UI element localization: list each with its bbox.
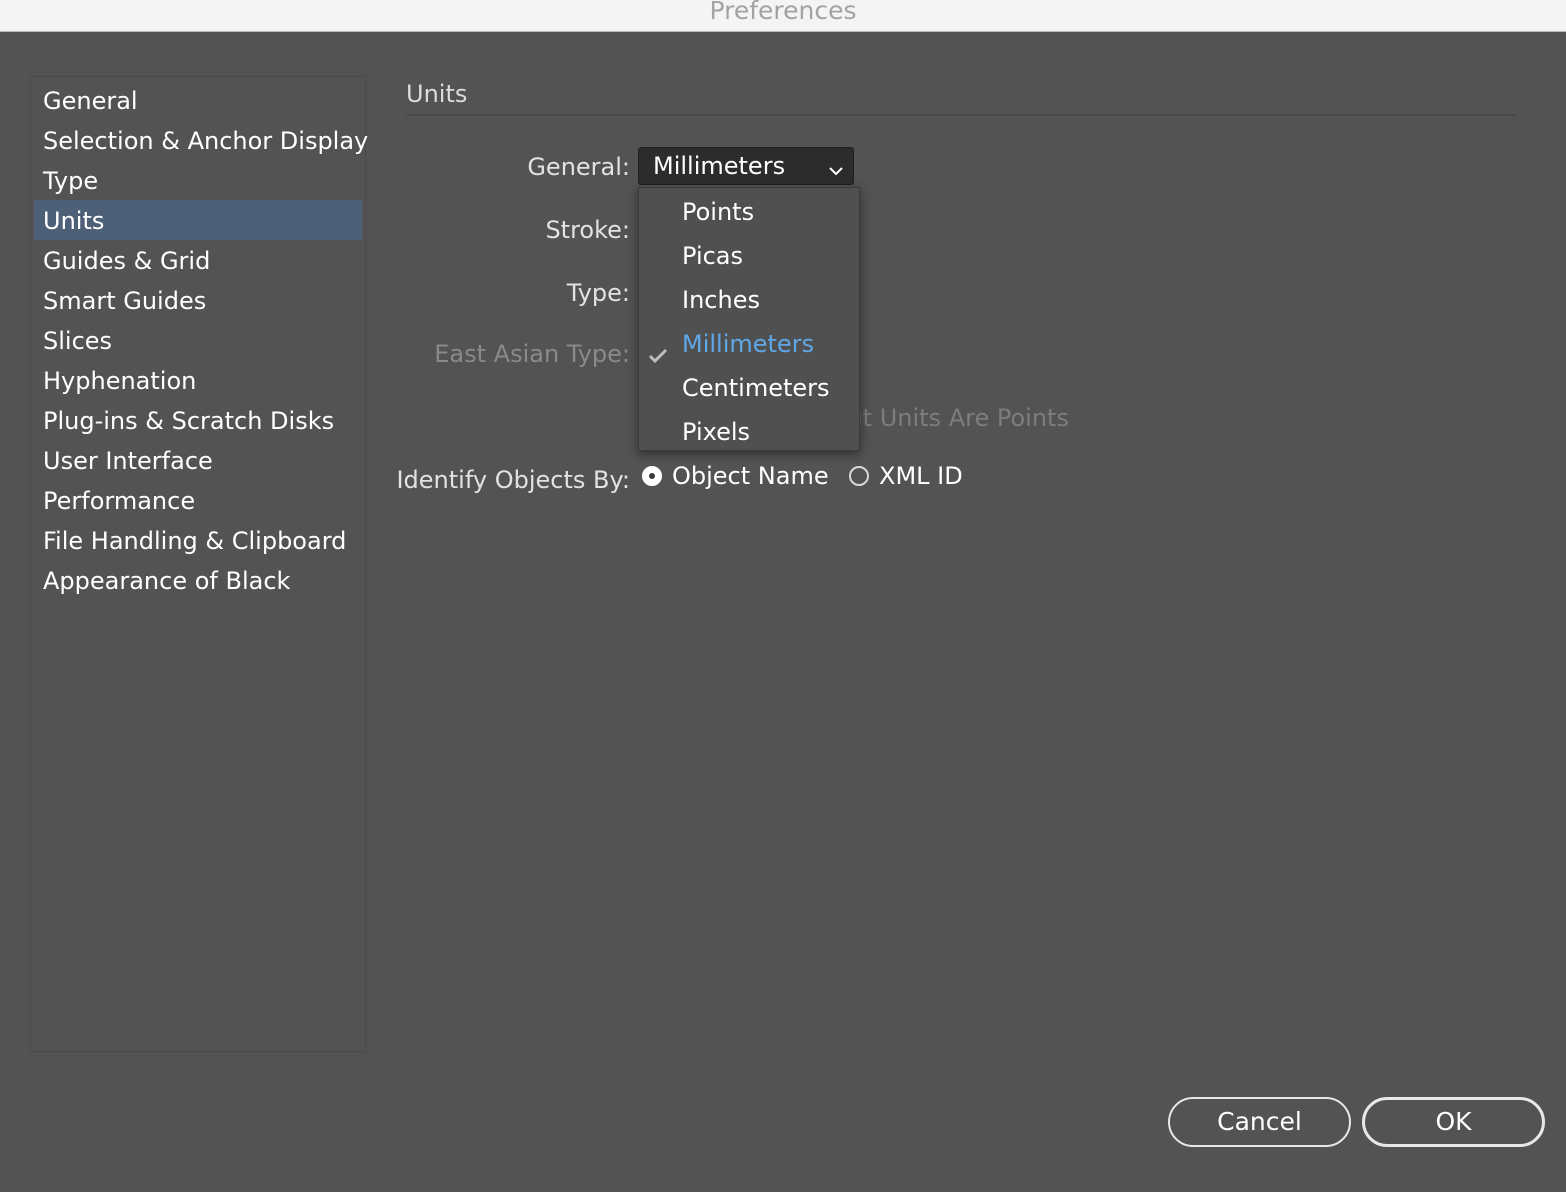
ok-button[interactable]: OK bbox=[1362, 1097, 1545, 1147]
menu-item-millimeters-label: Millimeters bbox=[682, 330, 815, 358]
chevron-down-icon bbox=[829, 161, 843, 180]
numbers-without-units-checkbox-label: ıt Units Are Points bbox=[856, 404, 1069, 432]
xml-id-radio[interactable]: XML ID bbox=[849, 462, 963, 490]
sidebar-item-units[interactable]: Units bbox=[34, 200, 362, 240]
general-units-label: General: bbox=[527, 153, 630, 181]
menu-item-centimeters[interactable]: Centimeters bbox=[639, 366, 859, 410]
general-units-dropdown[interactable]: Millimeters bbox=[638, 147, 854, 185]
menu-item-millimeters[interactable]: Millimeters bbox=[639, 322, 859, 366]
sidebar-item-plugins-scratch-disks[interactable]: Plug-ins & Scratch Disks bbox=[34, 400, 362, 440]
preferences-sidebar: General Selection & Anchor Display Type … bbox=[30, 76, 368, 1052]
sidebar-item-hyphenation[interactable]: Hyphenation bbox=[34, 360, 362, 400]
stroke-units-label: Stroke: bbox=[545, 216, 630, 244]
section-title: Units bbox=[406, 80, 468, 108]
menu-item-picas[interactable]: Picas bbox=[639, 234, 859, 278]
menu-item-points[interactable]: Points bbox=[639, 190, 859, 234]
menu-item-pixels[interactable]: Pixels bbox=[639, 410, 859, 454]
sidebar-item-type[interactable]: Type bbox=[34, 160, 362, 200]
sidebar-item-general[interactable]: General bbox=[34, 80, 362, 120]
radio-selected-icon bbox=[642, 466, 662, 486]
general-units-value: Millimeters bbox=[653, 152, 786, 180]
east-asian-type-label: East Asian Type: bbox=[434, 340, 630, 368]
sidebar-item-slices[interactable]: Slices bbox=[34, 320, 362, 360]
sidebar-item-performance[interactable]: Performance bbox=[34, 480, 362, 520]
object-name-radio[interactable]: Object Name bbox=[642, 462, 829, 490]
object-name-radio-label: Object Name bbox=[672, 462, 829, 490]
sidebar-item-smart-guides[interactable]: Smart Guides bbox=[34, 280, 362, 320]
units-dropdown-menu: Points Picas Inches Millimeters Centimet… bbox=[638, 187, 860, 451]
sidebar-item-selection-anchor-display[interactable]: Selection & Anchor Display bbox=[34, 120, 368, 160]
sidebar-item-file-handling-clipboard[interactable]: File Handling & Clipboard bbox=[34, 520, 362, 560]
menu-item-inches[interactable]: Inches bbox=[639, 278, 859, 322]
window-titlebar: Preferences bbox=[0, 0, 1566, 32]
sidebar-item-appearance-of-black[interactable]: Appearance of Black bbox=[34, 560, 362, 600]
xml-id-radio-label: XML ID bbox=[879, 462, 963, 490]
sidebar-item-user-interface[interactable]: User Interface bbox=[34, 440, 362, 480]
radio-unselected-icon bbox=[849, 466, 869, 486]
sidebar-item-guides-grid[interactable]: Guides & Grid bbox=[34, 240, 362, 280]
window-title: Preferences bbox=[709, 0, 857, 25]
type-units-label: Type: bbox=[566, 279, 630, 307]
identify-objects-label: Identify Objects By: bbox=[396, 466, 630, 494]
section-divider bbox=[406, 114, 1516, 116]
cancel-button[interactable]: Cancel bbox=[1168, 1097, 1351, 1147]
